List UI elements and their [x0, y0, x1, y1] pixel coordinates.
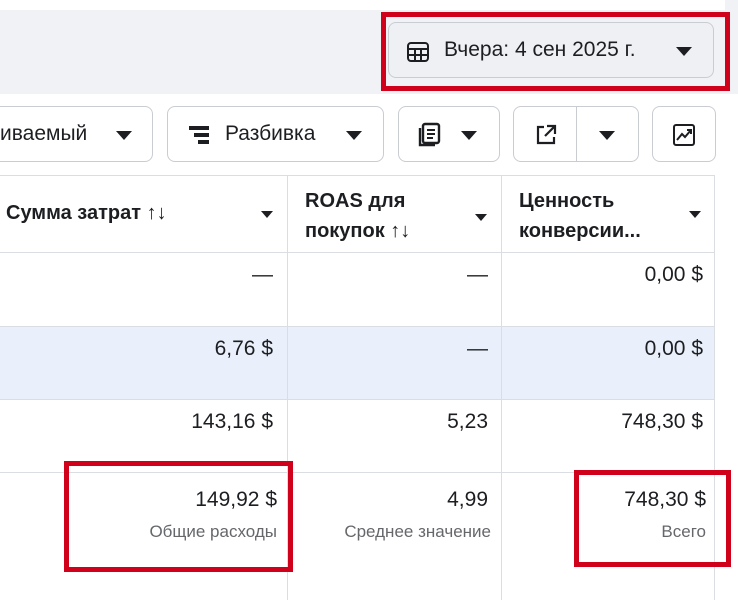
breakdown-label: Разбивка	[225, 122, 316, 145]
date-range-button[interactable]: Вчера: 4 сен 2025 г.	[388, 22, 714, 78]
total-spend: 149,92 $	[195, 488, 277, 511]
chevron-down-icon[interactable]	[261, 211, 273, 218]
row-border	[0, 399, 714, 400]
highlight-total-value	[574, 470, 731, 567]
breakdown-icon	[189, 126, 209, 144]
chevron-down-icon	[116, 131, 132, 140]
column-header-label: конверсии...	[519, 220, 641, 242]
row-border	[0, 472, 714, 473]
chevron-down-icon	[461, 131, 477, 140]
highlight-total-spend	[64, 461, 293, 572]
chevron-down-icon[interactable]	[689, 211, 701, 218]
total-spend-caption: Общие расходы	[149, 522, 277, 541]
reports-dropdown[interactable]	[398, 106, 500, 162]
conversion-value-cell: 0,00 $	[644, 337, 703, 360]
date-range-label: Вчера: 4 сен 2025 г.	[444, 38, 636, 61]
button-divider	[576, 107, 577, 161]
chevron-down-icon[interactable]	[475, 214, 487, 221]
roas-cell: 5,23	[447, 410, 488, 433]
average-roas-caption: Среднее значение	[344, 522, 491, 541]
export-button-group[interactable]	[513, 106, 639, 162]
chart-button[interactable]	[652, 106, 716, 162]
column-header-label: покупок ↑↓	[305, 220, 411, 242]
trend-chart-icon	[673, 124, 695, 146]
export-icon	[536, 124, 557, 145]
spend-cell: 6,76 $	[214, 337, 273, 360]
chevron-down-icon[interactable]	[599, 131, 615, 140]
reports-icon	[418, 122, 441, 147]
total-conversion-value-caption: Всего	[661, 522, 706, 541]
spend-cell: 143,16 $	[191, 410, 273, 433]
attribution-dropdown[interactable]: иваемый	[0, 106, 153, 162]
spend-cell: —	[252, 263, 273, 286]
calendar-icon	[407, 42, 429, 62]
total-conversion-value: 748,30 $	[624, 488, 706, 511]
breakdown-dropdown[interactable]: Разбивка	[167, 106, 384, 162]
roas-cell: —	[467, 263, 488, 286]
chevron-down-icon	[676, 47, 692, 56]
table-top-border	[0, 175, 714, 176]
conversion-value-cell: 0,00 $	[644, 263, 703, 286]
conversion-value-cell: 748,30 $	[621, 410, 703, 433]
roas-cell: —	[467, 337, 488, 360]
top-edge	[0, 0, 725, 10]
header-bottom-border	[0, 252, 714, 253]
chevron-down-icon	[346, 131, 362, 140]
column-divider	[714, 175, 715, 600]
average-roas: 4,99	[447, 488, 488, 511]
column-header-label: Ценность	[519, 190, 615, 212]
attribution-label: иваемый	[0, 122, 88, 145]
row-border	[0, 326, 714, 327]
column-header-label: Сумма затрат ↑↓	[6, 202, 167, 224]
column-header-label: ROAS для	[305, 190, 406, 212]
column-divider	[287, 175, 288, 600]
column-divider	[501, 175, 502, 600]
selected-row-background	[0, 326, 714, 399]
